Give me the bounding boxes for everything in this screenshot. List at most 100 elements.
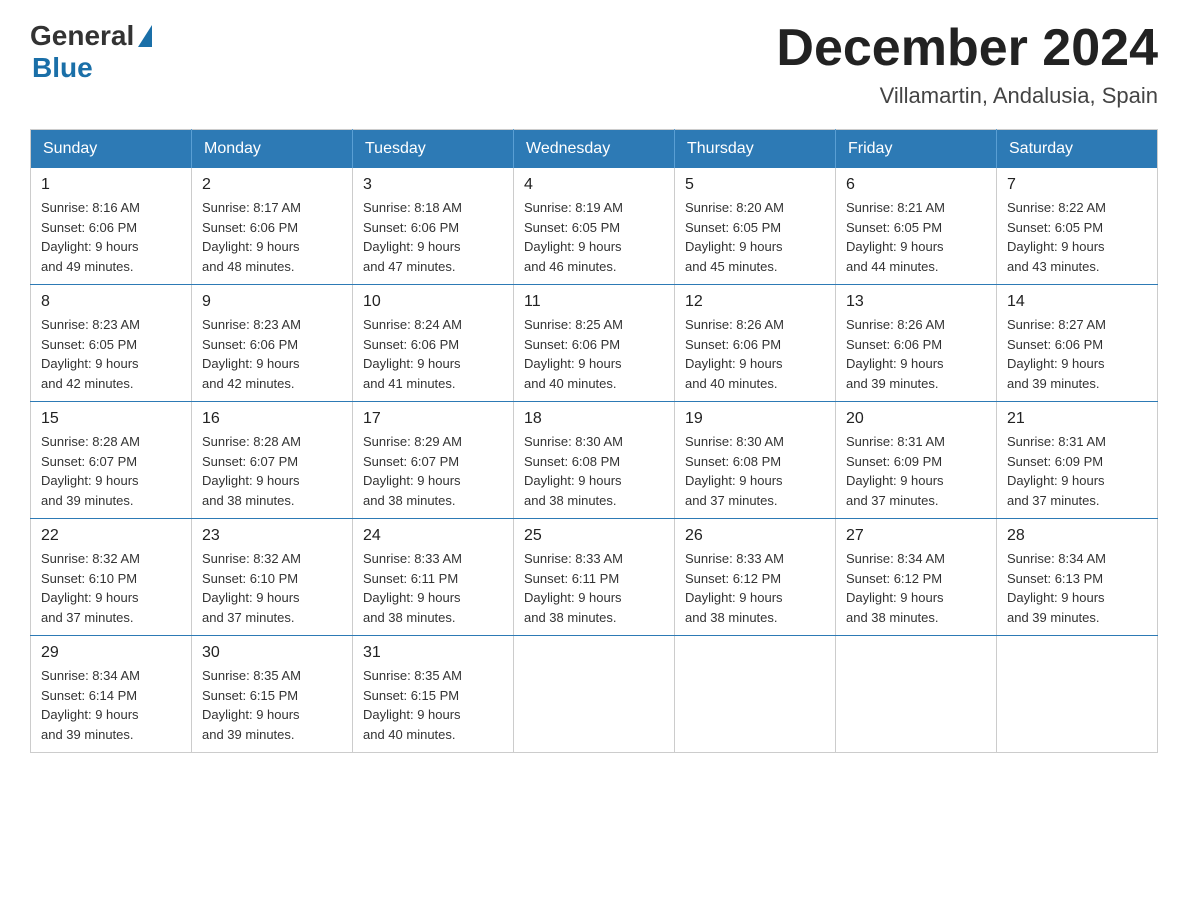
day-number: 25	[524, 527, 664, 545]
calendar-cell: 16 Sunrise: 8:28 AM Sunset: 6:07 PM Dayl…	[192, 402, 353, 519]
calendar-cell: 14 Sunrise: 8:27 AM Sunset: 6:06 PM Dayl…	[997, 285, 1158, 402]
day-info: Sunrise: 8:35 AM Sunset: 6:15 PM Dayligh…	[202, 666, 342, 744]
title-section: December 2024 Villamartin, Andalusia, Sp…	[776, 20, 1158, 109]
logo-triangle-icon	[138, 25, 152, 47]
day-number: 9	[202, 293, 342, 311]
calendar-cell: 18 Sunrise: 8:30 AM Sunset: 6:08 PM Dayl…	[514, 402, 675, 519]
day-number: 31	[363, 644, 503, 662]
day-info: Sunrise: 8:27 AM Sunset: 6:06 PM Dayligh…	[1007, 315, 1147, 393]
calendar-cell: 25 Sunrise: 8:33 AM Sunset: 6:11 PM Dayl…	[514, 519, 675, 636]
calendar-cell	[836, 636, 997, 753]
calendar-cell	[997, 636, 1158, 753]
calendar-cell: 11 Sunrise: 8:25 AM Sunset: 6:06 PM Dayl…	[514, 285, 675, 402]
calendar-header-friday: Friday	[836, 130, 997, 169]
calendar-header-sunday: Sunday	[31, 130, 192, 169]
day-info: Sunrise: 8:19 AM Sunset: 6:05 PM Dayligh…	[524, 198, 664, 276]
day-number: 30	[202, 644, 342, 662]
calendar-cell: 24 Sunrise: 8:33 AM Sunset: 6:11 PM Dayl…	[353, 519, 514, 636]
day-info: Sunrise: 8:20 AM Sunset: 6:05 PM Dayligh…	[685, 198, 825, 276]
calendar-cell: 23 Sunrise: 8:32 AM Sunset: 6:10 PM Dayl…	[192, 519, 353, 636]
page-header: General Blue December 2024 Villamartin, …	[30, 20, 1158, 109]
day-number: 20	[846, 410, 986, 428]
day-number: 10	[363, 293, 503, 311]
day-number: 12	[685, 293, 825, 311]
day-info: Sunrise: 8:33 AM Sunset: 6:12 PM Dayligh…	[685, 549, 825, 627]
day-info: Sunrise: 8:30 AM Sunset: 6:08 PM Dayligh…	[685, 432, 825, 510]
day-info: Sunrise: 8:17 AM Sunset: 6:06 PM Dayligh…	[202, 198, 342, 276]
day-info: Sunrise: 8:24 AM Sunset: 6:06 PM Dayligh…	[363, 315, 503, 393]
calendar-header-monday: Monday	[192, 130, 353, 169]
calendar-cell: 31 Sunrise: 8:35 AM Sunset: 6:15 PM Dayl…	[353, 636, 514, 753]
calendar-cell: 30 Sunrise: 8:35 AM Sunset: 6:15 PM Dayl…	[192, 636, 353, 753]
day-info: Sunrise: 8:26 AM Sunset: 6:06 PM Dayligh…	[846, 315, 986, 393]
day-info: Sunrise: 8:32 AM Sunset: 6:10 PM Dayligh…	[202, 549, 342, 627]
day-info: Sunrise: 8:23 AM Sunset: 6:06 PM Dayligh…	[202, 315, 342, 393]
day-info: Sunrise: 8:28 AM Sunset: 6:07 PM Dayligh…	[41, 432, 181, 510]
calendar-header-saturday: Saturday	[997, 130, 1158, 169]
day-number: 26	[685, 527, 825, 545]
location-title: Villamartin, Andalusia, Spain	[776, 83, 1158, 109]
calendar-cell: 5 Sunrise: 8:20 AM Sunset: 6:05 PM Dayli…	[675, 168, 836, 285]
calendar-cell: 13 Sunrise: 8:26 AM Sunset: 6:06 PM Dayl…	[836, 285, 997, 402]
calendar-cell: 17 Sunrise: 8:29 AM Sunset: 6:07 PM Dayl…	[353, 402, 514, 519]
logo: General Blue	[30, 20, 152, 84]
day-number: 21	[1007, 410, 1147, 428]
calendar-cell: 12 Sunrise: 8:26 AM Sunset: 6:06 PM Dayl…	[675, 285, 836, 402]
day-number: 4	[524, 176, 664, 194]
day-number: 16	[202, 410, 342, 428]
calendar-week-row: 29 Sunrise: 8:34 AM Sunset: 6:14 PM Dayl…	[31, 636, 1158, 753]
day-number: 11	[524, 293, 664, 311]
day-info: Sunrise: 8:25 AM Sunset: 6:06 PM Dayligh…	[524, 315, 664, 393]
logo-general-text: General	[30, 20, 134, 52]
day-number: 19	[685, 410, 825, 428]
day-info: Sunrise: 8:34 AM Sunset: 6:13 PM Dayligh…	[1007, 549, 1147, 627]
day-info: Sunrise: 8:18 AM Sunset: 6:06 PM Dayligh…	[363, 198, 503, 276]
day-info: Sunrise: 8:33 AM Sunset: 6:11 PM Dayligh…	[524, 549, 664, 627]
day-number: 29	[41, 644, 181, 662]
calendar-cell: 8 Sunrise: 8:23 AM Sunset: 6:05 PM Dayli…	[31, 285, 192, 402]
day-info: Sunrise: 8:34 AM Sunset: 6:14 PM Dayligh…	[41, 666, 181, 744]
day-number: 15	[41, 410, 181, 428]
day-number: 3	[363, 176, 503, 194]
day-info: Sunrise: 8:30 AM Sunset: 6:08 PM Dayligh…	[524, 432, 664, 510]
calendar-cell: 27 Sunrise: 8:34 AM Sunset: 6:12 PM Dayl…	[836, 519, 997, 636]
calendar-cell: 2 Sunrise: 8:17 AM Sunset: 6:06 PM Dayli…	[192, 168, 353, 285]
day-number: 27	[846, 527, 986, 545]
day-number: 18	[524, 410, 664, 428]
calendar-cell: 29 Sunrise: 8:34 AM Sunset: 6:14 PM Dayl…	[31, 636, 192, 753]
day-info: Sunrise: 8:29 AM Sunset: 6:07 PM Dayligh…	[363, 432, 503, 510]
day-info: Sunrise: 8:33 AM Sunset: 6:11 PM Dayligh…	[363, 549, 503, 627]
day-number: 1	[41, 176, 181, 194]
calendar-week-row: 1 Sunrise: 8:16 AM Sunset: 6:06 PM Dayli…	[31, 168, 1158, 285]
calendar-cell: 19 Sunrise: 8:30 AM Sunset: 6:08 PM Dayl…	[675, 402, 836, 519]
calendar-cell: 28 Sunrise: 8:34 AM Sunset: 6:13 PM Dayl…	[997, 519, 1158, 636]
calendar-cell	[514, 636, 675, 753]
day-number: 5	[685, 176, 825, 194]
month-title: December 2024	[776, 20, 1158, 77]
calendar-cell	[675, 636, 836, 753]
calendar-cell: 1 Sunrise: 8:16 AM Sunset: 6:06 PM Dayli…	[31, 168, 192, 285]
day-number: 23	[202, 527, 342, 545]
day-info: Sunrise: 8:34 AM Sunset: 6:12 PM Dayligh…	[846, 549, 986, 627]
calendar-cell: 15 Sunrise: 8:28 AM Sunset: 6:07 PM Dayl…	[31, 402, 192, 519]
calendar-cell: 10 Sunrise: 8:24 AM Sunset: 6:06 PM Dayl…	[353, 285, 514, 402]
day-info: Sunrise: 8:32 AM Sunset: 6:10 PM Dayligh…	[41, 549, 181, 627]
day-number: 14	[1007, 293, 1147, 311]
calendar-cell: 20 Sunrise: 8:31 AM Sunset: 6:09 PM Dayl…	[836, 402, 997, 519]
day-number: 6	[846, 176, 986, 194]
calendar-header-tuesday: Tuesday	[353, 130, 514, 169]
day-number: 7	[1007, 176, 1147, 194]
calendar-cell: 21 Sunrise: 8:31 AM Sunset: 6:09 PM Dayl…	[997, 402, 1158, 519]
day-number: 13	[846, 293, 986, 311]
calendar-header-row: SundayMondayTuesdayWednesdayThursdayFrid…	[31, 130, 1158, 169]
day-info: Sunrise: 8:23 AM Sunset: 6:05 PM Dayligh…	[41, 315, 181, 393]
day-info: Sunrise: 8:16 AM Sunset: 6:06 PM Dayligh…	[41, 198, 181, 276]
day-info: Sunrise: 8:31 AM Sunset: 6:09 PM Dayligh…	[846, 432, 986, 510]
calendar-cell: 4 Sunrise: 8:19 AM Sunset: 6:05 PM Dayli…	[514, 168, 675, 285]
day-info: Sunrise: 8:28 AM Sunset: 6:07 PM Dayligh…	[202, 432, 342, 510]
day-number: 2	[202, 176, 342, 194]
day-info: Sunrise: 8:26 AM Sunset: 6:06 PM Dayligh…	[685, 315, 825, 393]
calendar-cell: 9 Sunrise: 8:23 AM Sunset: 6:06 PM Dayli…	[192, 285, 353, 402]
calendar-cell: 7 Sunrise: 8:22 AM Sunset: 6:05 PM Dayli…	[997, 168, 1158, 285]
day-info: Sunrise: 8:22 AM Sunset: 6:05 PM Dayligh…	[1007, 198, 1147, 276]
